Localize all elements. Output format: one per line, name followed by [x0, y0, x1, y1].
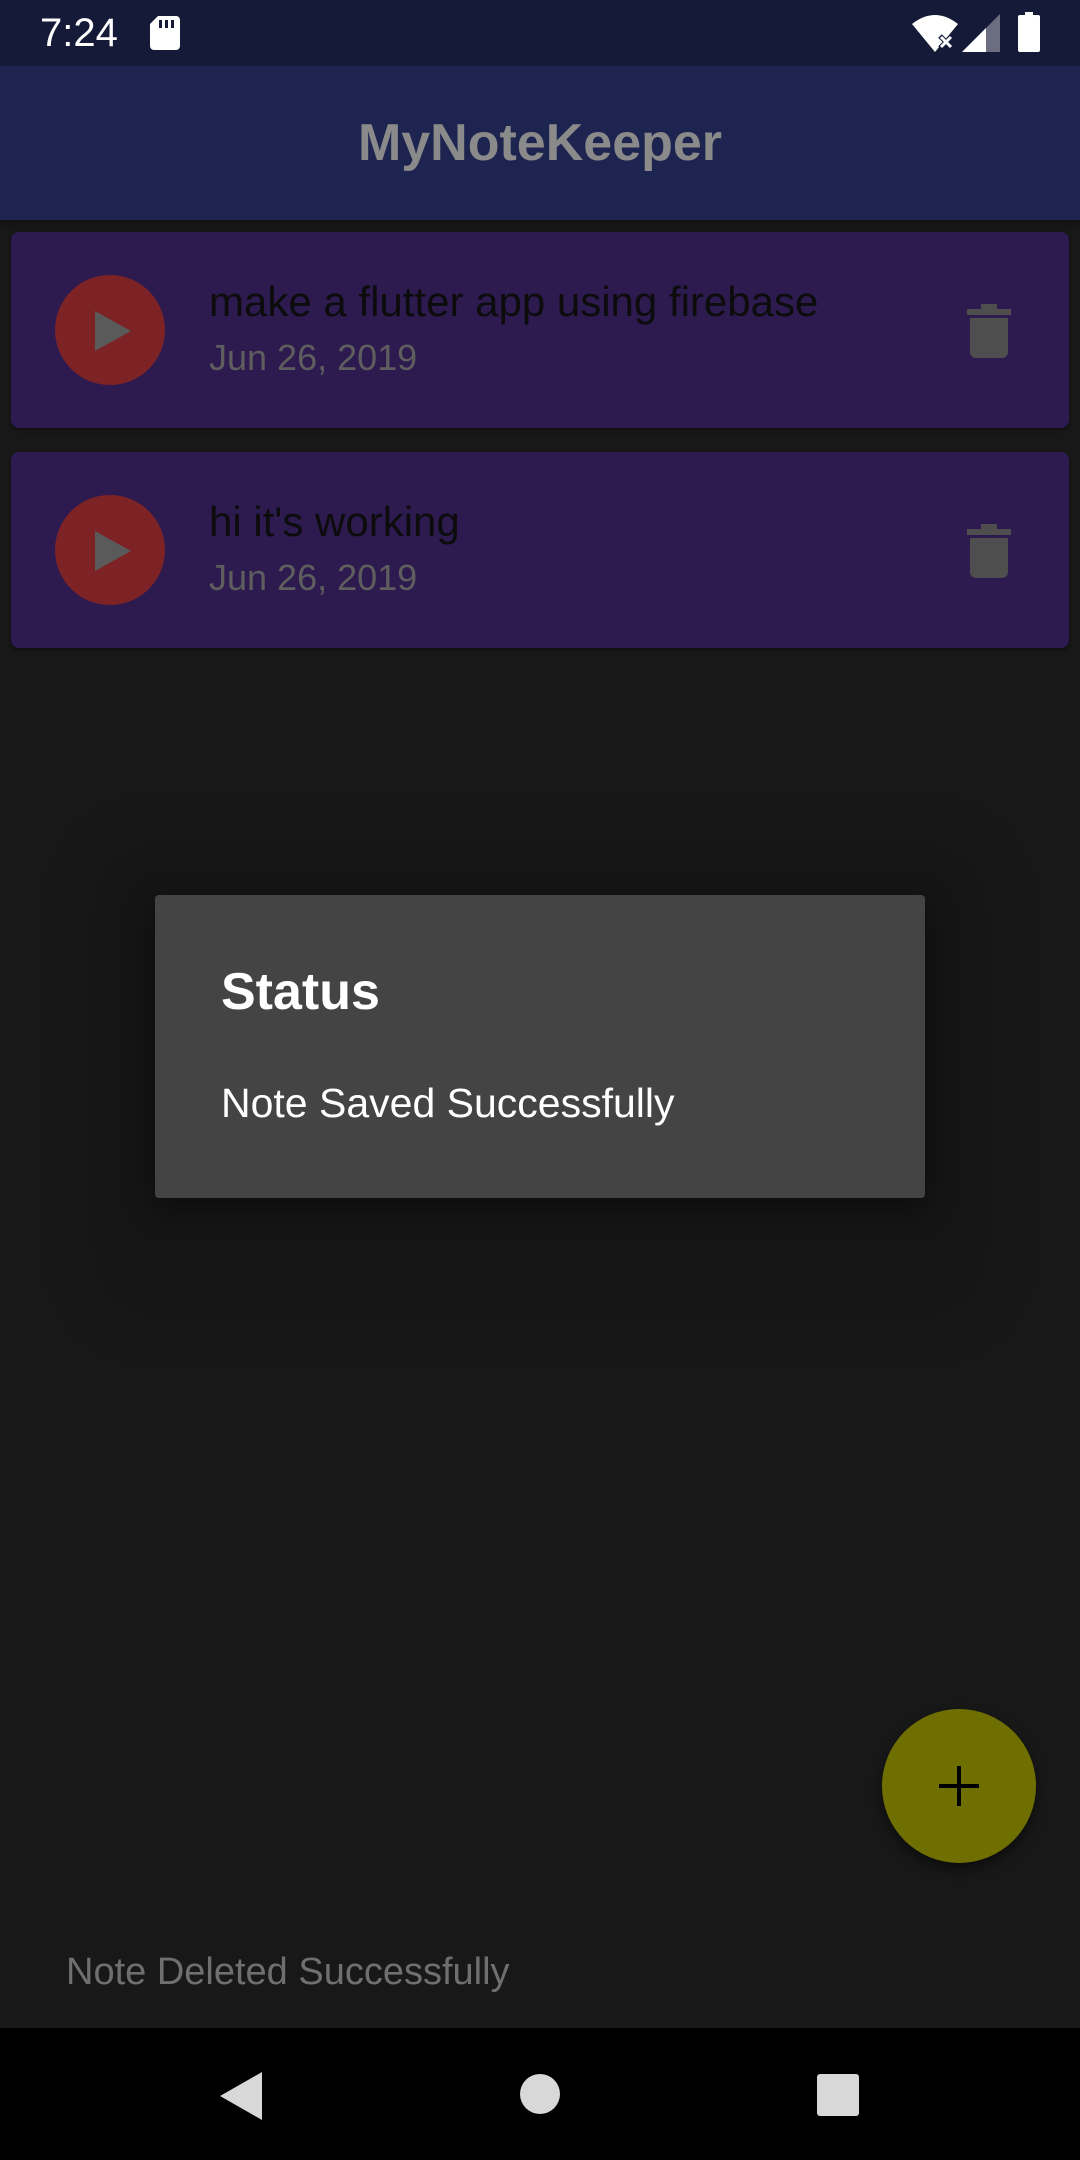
sd-card-icon	[150, 16, 180, 50]
back-icon[interactable]	[218, 2072, 262, 2120]
status-time: 7:24	[40, 11, 118, 55]
app-title: MyNoteKeeper	[357, 114, 723, 172]
wifi-off-icon	[912, 15, 958, 52]
priority-avatar	[55, 495, 165, 605]
dialog-title: Status	[221, 963, 380, 1021]
trash-icon[interactable]	[967, 524, 1011, 578]
note-list-item[interactable]: hi it's working Jun 26, 2019	[11, 452, 1069, 648]
play-arrow-icon	[95, 311, 131, 351]
note-title: make a flutter app using firebase	[209, 278, 819, 325]
cell-signal-icon	[962, 14, 1000, 52]
app-bar: MyNoteKeeper	[0, 66, 1080, 220]
priority-avatar	[55, 275, 165, 385]
status-dialog[interactable]: Status Note Saved Successfully	[155, 895, 925, 1198]
plus-icon	[939, 1766, 979, 1806]
trash-icon[interactable]	[967, 304, 1011, 358]
note-date: Jun 26, 2019	[209, 337, 418, 378]
note-list-item[interactable]: make a flutter app using firebase Jun 26…	[11, 232, 1069, 428]
note-title: hi it's working	[209, 498, 460, 545]
recents-icon[interactable]	[817, 2074, 859, 2116]
app-screen: 7:24 MyNoteKeeper make a flutter app usi…	[0, 0, 1080, 2160]
play-arrow-icon	[95, 531, 131, 571]
status-bar: 7:24	[0, 0, 1080, 66]
note-date: Jun 26, 2019	[209, 557, 418, 598]
snackbar-text: Note Deleted Successfully	[66, 1951, 510, 1993]
add-note-button[interactable]	[882, 1709, 1036, 1863]
navigation-bar	[0, 2028, 1080, 2160]
battery-icon	[1018, 12, 1040, 52]
dialog-message: Note Saved Successfully	[221, 1080, 675, 1126]
home-icon[interactable]	[520, 2074, 560, 2114]
snackbar: Note Deleted Successfully	[0, 1918, 1080, 2028]
